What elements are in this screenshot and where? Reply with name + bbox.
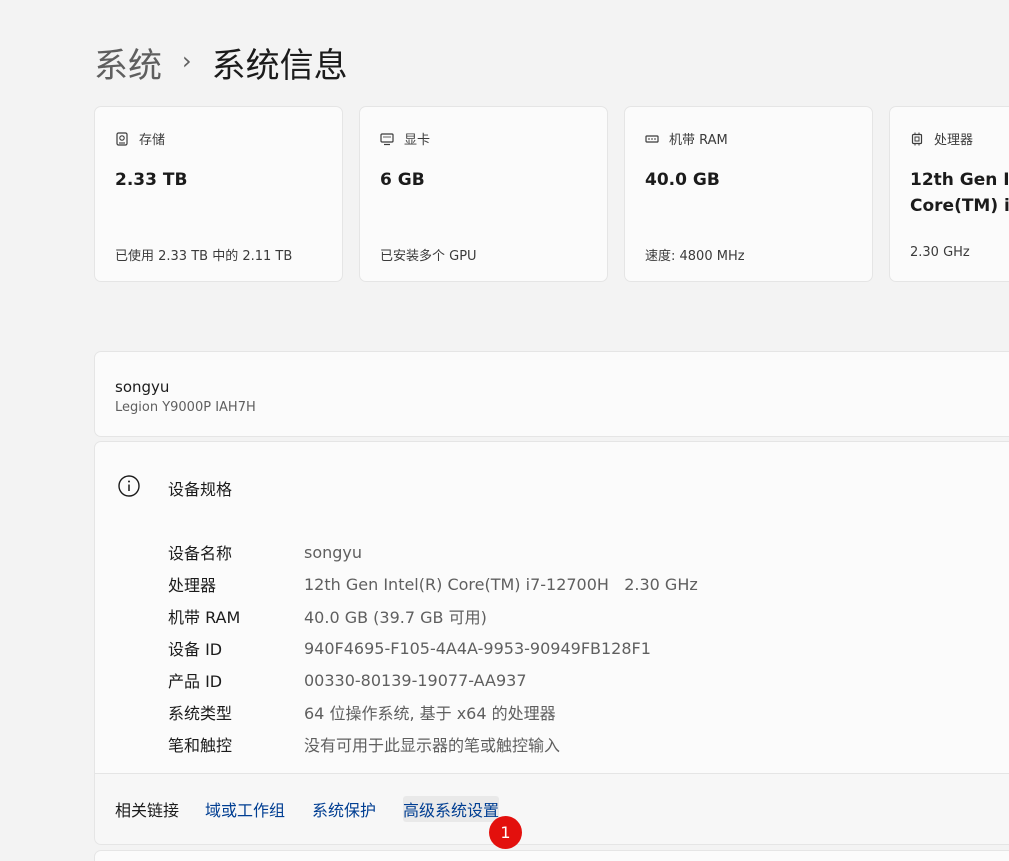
processor-label: 处理器 bbox=[934, 133, 974, 148]
spec-row[interactable]: 设备名称 songyu bbox=[168, 536, 362, 568]
device-rename-panel[interactable]: songyu Legion Y9000P IAH7H bbox=[94, 351, 1009, 437]
related-links-panel: 相关链接 域或工作组 系统保护 高级系统设置 bbox=[94, 773, 1009, 845]
graphics-info: 已安装多个 GPU bbox=[380, 249, 477, 264]
graphics-value: 6 GB bbox=[380, 170, 425, 190]
step-badge: 1 bbox=[489, 816, 522, 849]
spec-value: songyu bbox=[304, 542, 363, 562]
spec-value: 64 位操作系统, 基于 x64 的处理器 bbox=[304, 704, 556, 723]
chevron-right-icon: › bbox=[182, 47, 192, 75]
device-model: Legion Y9000P IAH7H bbox=[115, 400, 256, 415]
device-specs-body: 设备名称 songyu 处理器 12th Gen Intel(R) Core(T… bbox=[94, 526, 1009, 774]
info-icon bbox=[117, 474, 141, 498]
spec-row[interactable]: 产品 ID 00330-80139-19077-AA937 bbox=[168, 664, 527, 696]
next-panel bbox=[94, 850, 1009, 861]
graphics-label: 显卡 bbox=[404, 133, 431, 148]
device-name: songyu bbox=[115, 378, 170, 396]
spec-key: 机带 RAM bbox=[168, 608, 241, 627]
storage-icon bbox=[115, 131, 129, 146]
storage-value: 2.33 TB bbox=[115, 170, 188, 190]
spec-row[interactable]: 笔和触控 没有可用于此显示器的笔或触控输入 bbox=[168, 728, 560, 760]
system-protection-link[interactable]: 系统保护 bbox=[312, 796, 376, 822]
spec-key: 设备 ID bbox=[168, 640, 223, 659]
spec-row[interactable]: 系统类型 64 位操作系统, 基于 x64 的处理器 bbox=[168, 696, 556, 728]
spec-value: 940F4695-F105-4A4A-9953-90949FB128F1 bbox=[304, 638, 651, 658]
spec-value: 40.0 GB (39.7 GB 可用) bbox=[304, 608, 487, 627]
device-specs-title: 设备规格 bbox=[168, 480, 233, 499]
graphics-card[interactable]: 显卡 6 GB 已安装多个 GPU bbox=[359, 106, 608, 282]
spec-key: 产品 ID bbox=[168, 672, 223, 691]
storage-label: 存储 bbox=[139, 133, 166, 148]
spec-row[interactable]: 机带 RAM 40.0 GB (39.7 GB 可用) bbox=[168, 600, 487, 632]
ram-label: 机带 RAM bbox=[669, 133, 728, 148]
spec-row[interactable]: 处理器 12th Gen Intel(R) Core(TM) i7-12700H… bbox=[168, 568, 698, 600]
spec-row[interactable]: 设备 ID 940F4695-F105-4A4A-9953-90949FB128… bbox=[168, 632, 651, 664]
spec-key: 系统类型 bbox=[168, 704, 233, 723]
page-title: 系统信息 bbox=[211, 45, 348, 86]
spec-value: 12th Gen Intel(R) Core(TM) i7-12700H 2.3… bbox=[304, 574, 698, 594]
device-specs-header[interactable]: 设备规格 bbox=[94, 441, 1009, 527]
storage-usage: 已使用 2.33 TB 中的 2.11 TB bbox=[115, 249, 293, 264]
domain-workgroup-link[interactable]: 域或工作组 bbox=[205, 796, 285, 822]
breadcrumb-parent-system[interactable]: 系统 bbox=[94, 38, 162, 87]
summary-cards: 存储 2.33 TB 已使用 2.33 TB 中的 2.11 TB 显卡 6 G… bbox=[94, 106, 1009, 282]
breadcrumb: 系统 › 系统信息 bbox=[94, 38, 348, 86]
related-links-label: 相关链接 bbox=[115, 801, 180, 820]
spec-value: 00330-80139-19077-AA937 bbox=[304, 670, 527, 690]
spec-value: 没有可用于此显示器的笔或触控输入 bbox=[304, 736, 561, 755]
ram-speed: 速度: 4800 MHz bbox=[645, 249, 745, 264]
spec-key: 笔和触控 bbox=[168, 736, 233, 755]
memory-icon bbox=[645, 132, 659, 146]
spec-key: 设备名称 bbox=[168, 544, 233, 563]
display-icon bbox=[380, 132, 394, 146]
spec-key: 处理器 bbox=[168, 576, 217, 595]
advanced-system-settings-link[interactable]: 高级系统设置 bbox=[403, 796, 500, 822]
processor-value: 12th Gen Intel(R) Core(TM) i7-12700H bbox=[910, 170, 1009, 216]
processor-speed: 2.30 GHz bbox=[910, 245, 970, 260]
ram-card[interactable]: 机带 RAM 40.0 GB 速度: 4800 MHz bbox=[624, 106, 873, 282]
processor-card[interactable]: 处理器 12th Gen Intel(R) Core(TM) i7-12700H… bbox=[889, 106, 1009, 282]
processor-icon bbox=[910, 132, 924, 146]
storage-card[interactable]: 存储 2.33 TB 已使用 2.33 TB 中的 2.11 TB bbox=[94, 106, 343, 282]
ram-value: 40.0 GB bbox=[645, 170, 720, 190]
system-info-page: 系统 › 系统信息 存储 2.33 TB 已使用 2.33 TB 中的 2.11… bbox=[0, 0, 1009, 861]
